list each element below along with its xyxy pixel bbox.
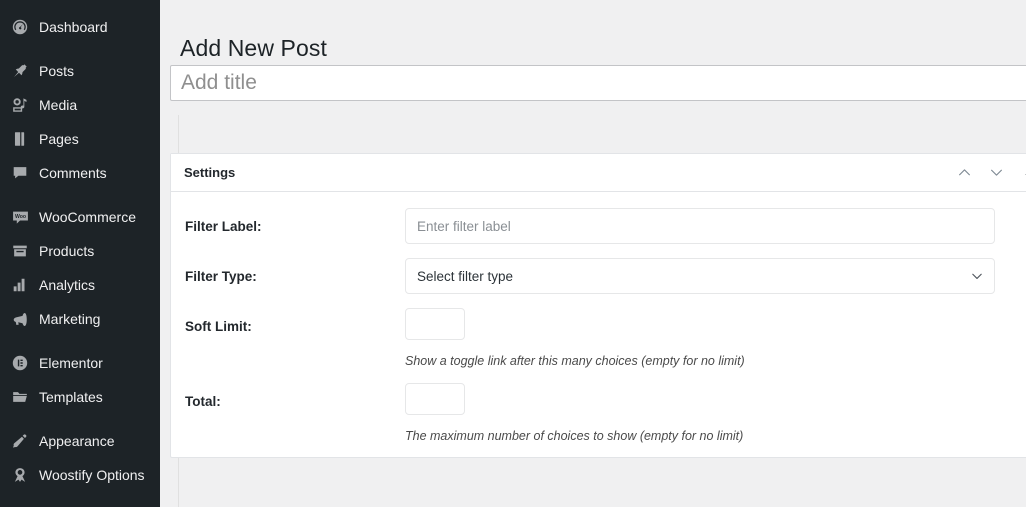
filter-type-select-wrap: Select filter type <box>405 258 995 294</box>
comment-bubble-icon <box>10 163 30 183</box>
settings-panel-title: Settings <box>184 165 236 180</box>
soft-limit-help-text: Show a toggle link after this many choic… <box>405 354 745 368</box>
templates-folder-icon <box>10 387 30 407</box>
sidebar-item-label: Elementor <box>39 355 103 371</box>
media-camera-icon <box>10 95 30 115</box>
products-box-icon <box>10 241 30 261</box>
marketing-megaphone-icon <box>10 309 30 329</box>
total-label: Total: <box>185 394 221 410</box>
triangle-up-icon[interactable] <box>1019 164 1026 182</box>
sidebar-item-pages[interactable]: Pages <box>0 122 160 156</box>
sidebar-item-label: Media <box>39 97 78 113</box>
total-input[interactable] <box>405 383 465 416</box>
sidebar-item-label: Comments <box>39 165 107 181</box>
settings-panel-actions <box>955 164 1026 182</box>
sidebar-item-products[interactable]: Products <box>0 234 160 268</box>
pushpin-icon <box>10 61 30 81</box>
sidebar-separator <box>0 44 160 54</box>
field-row-total: Total: The maximum number of choices to … <box>171 383 1026 444</box>
sidebar-item-analytics[interactable]: Analytics <box>0 268 160 302</box>
sidebar-item-label: Posts <box>39 63 75 79</box>
sidebar-item-label: Products <box>39 243 95 259</box>
editor-main-area: Add New Post Settings <box>160 0 1026 507</box>
soft-limit-input[interactable] <box>405 308 465 340</box>
field-row-filter-label: Filter Label: <box>171 208 1026 244</box>
sidebar-item-label: Dashboard <box>39 19 108 35</box>
filter-type-selected-value: Select filter type <box>417 268 514 284</box>
chevron-up-icon[interactable] <box>955 164 973 182</box>
sidebar-item-elementor[interactable]: Elementor <box>0 346 160 380</box>
analytics-bar-chart-icon <box>10 275 30 295</box>
admin-sidebar: Dashboard Posts Media Pages Comments Woo… <box>0 0 160 507</box>
pages-book-icon <box>10 129 30 149</box>
filter-type-control: Select filter type <box>405 258 1026 294</box>
sidebar-item-label: Marketing <box>39 311 101 327</box>
total-control: The maximum number of choices to show (e… <box>405 383 1026 444</box>
svg-text:Woo: Woo <box>14 214 25 220</box>
filter-label-label: Filter Label: <box>185 219 262 234</box>
wordpress-admin-screen: Dashboard Posts Media Pages Comments Woo… <box>0 0 1026 507</box>
elementor-icon <box>10 353 30 373</box>
woostify-icon <box>10 465 30 485</box>
filter-type-select[interactable]: Select filter type <box>405 258 995 294</box>
sidebar-item-label: Appearance <box>39 433 115 449</box>
sidebar-item-dashboard[interactable]: Dashboard <box>0 10 160 44</box>
post-title-input[interactable] <box>170 65 1026 101</box>
sidebar-separator <box>0 190 160 200</box>
sidebar-item-posts[interactable]: Posts <box>0 54 160 88</box>
dashboard-gauge-icon <box>10 17 30 37</box>
sidebar-item-label: Pages <box>39 131 79 147</box>
field-row-soft-limit: Soft Limit: Show a toggle link after thi… <box>171 308 1026 369</box>
sidebar-item-woostify-options[interactable]: Woostify Options <box>0 458 160 492</box>
soft-limit-control: Show a toggle link after this many choic… <box>405 308 1026 369</box>
sidebar-item-label: WooCommerce <box>39 209 136 225</box>
filter-type-label: Filter Type: <box>185 269 257 284</box>
appearance-brush-icon <box>10 431 30 451</box>
filter-label-control <box>405 208 1026 244</box>
filter-label-input[interactable] <box>405 208 995 244</box>
sidebar-item-appearance[interactable]: Appearance <box>0 424 160 458</box>
chevron-down-icon[interactable] <box>987 164 1005 182</box>
sidebar-item-media[interactable]: Media <box>0 88 160 122</box>
sidebar-item-marketing[interactable]: Marketing <box>0 302 160 336</box>
sidebar-item-label: Analytics <box>39 277 96 293</box>
total-help-text: The maximum number of choices to show (e… <box>405 429 744 444</box>
settings-panel: Settings Filter Label: Enter filter labe… <box>170 153 1026 458</box>
settings-panel-body: Filter Label: Filter Type: Select filter… <box>171 192 1026 457</box>
sidebar-item-comments[interactable]: Comments <box>0 156 160 190</box>
sidebar-separator <box>0 336 160 346</box>
field-row-filter-type: Filter Type: Select filter type <box>171 258 1026 294</box>
settings-panel-header: Settings <box>171 154 1026 192</box>
sidebar-separator <box>0 414 160 424</box>
sidebar-item-label: Woostify Options <box>39 467 145 483</box>
sidebar-item-woocommerce[interactable]: Woo WooCommerce <box>0 200 160 234</box>
sidebar-item-templates[interactable]: Templates <box>0 380 160 414</box>
woocommerce-icon: Woo <box>10 207 30 227</box>
soft-limit-label: Soft Limit: <box>185 319 252 334</box>
sidebar-item-label: Templates <box>39 389 103 405</box>
page-title: Add New Post <box>180 35 327 62</box>
